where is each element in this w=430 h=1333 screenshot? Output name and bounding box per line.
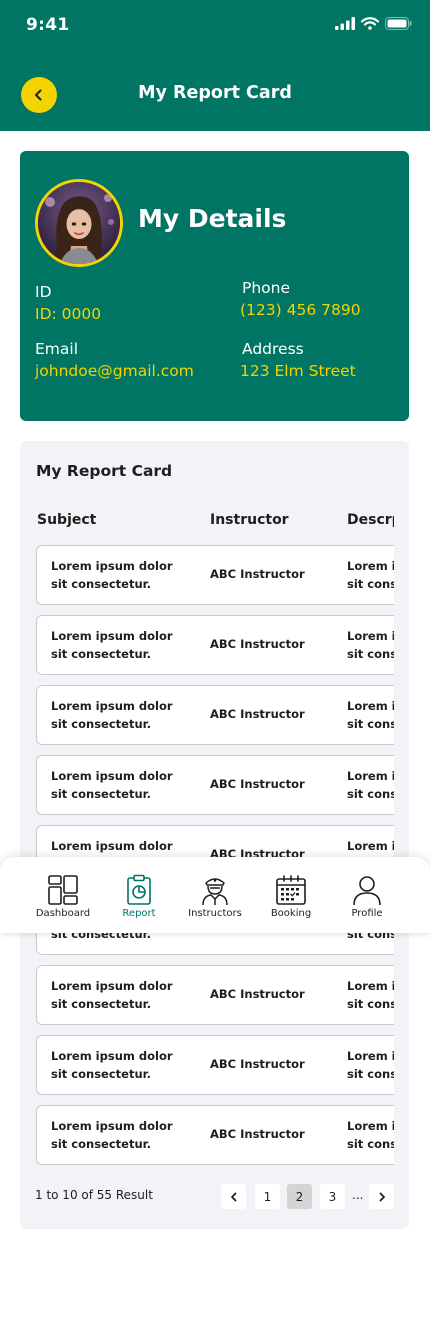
pagination-ellipsis: ... [352,1188,364,1202]
signal-icon [335,17,355,30]
nav-booking-label: Booking [270,908,312,919]
details-card: My Details ID ID: 0000 Phone (123) 456 7… [20,151,409,421]
row-description: Lorem ipsum dolor sit consectetur. [347,1119,394,1151]
table-row[interactable]: Lorem ipsum dolor sit consectetur. ABC In… [36,545,394,605]
profile-person-icon [353,876,381,906]
nav-booking[interactable]: Booking [253,874,329,919]
report-table-body[interactable]: Lorem ipsum dolor sit consectetur. ABC In… [36,545,394,1165]
nav-instructors-label: Instructors [188,908,242,919]
prev-page-button[interactable] [221,1184,246,1209]
row-description: Lorem ipsum dolor sit consectetur. [347,559,394,591]
table-row[interactable]: Lorem ipsum dolor sit consectetur. ABC In… [36,1035,394,1095]
id-label: ID [35,283,52,301]
report-clipboard-icon [127,874,151,905]
email-label: Email [35,340,79,358]
row-instructor: ABC Instructor [210,987,305,1001]
page-2-button[interactable]: 2 [287,1184,312,1209]
instructor-icon [202,878,228,906]
column-header-description-clip: Descrption [347,506,394,536]
page-3-button[interactable]: 3 [320,1184,345,1209]
row-subject: Lorem ipsum dolor sit consectetur. [51,1119,173,1151]
id-value: ID: 0000 [35,305,102,323]
row-instructor: ABC Instructor [210,567,305,581]
row-subject: Lorem ipsum dolor sit consectetur. [51,629,173,661]
phone-value: (123) 456 7890 [240,301,361,319]
row-subject: Lorem ipsum dolor sit consectetur. [51,699,173,731]
table-row[interactable]: Lorem ipsum dolor sit consectetur. ABC In… [36,685,394,745]
row-description: Lorem ipsum dolor sit consectetur. [347,769,394,801]
details-title: My Details [138,204,287,233]
dashboard-grid-icon [48,875,78,905]
nav-instructors[interactable]: Instructors [177,874,253,919]
nav-report[interactable]: Report [101,874,177,919]
row-instructor: ABC Instructor [210,637,305,651]
column-header-subject: Subject [37,512,97,528]
next-page-button[interactable] [369,1184,394,1209]
nav-profile-label: Profile [351,908,383,919]
row-instructor: ABC Instructor [210,1127,305,1141]
phone-label: Phone [242,279,291,297]
battery-icon [385,17,412,30]
table-row[interactable]: Lorem ipsum dolor sit consectetur. ABC In… [36,1105,394,1165]
report-title: My Report Card [36,462,173,480]
nav-dashboard[interactable]: Dashboard [25,874,101,919]
column-header-description: Descrption [347,512,394,528]
page-1-button[interactable]: 1 [255,1184,280,1209]
column-header-instructor: Instructor [210,512,289,528]
row-instructor: ABC Instructor [210,1057,305,1071]
row-subject: Lorem ipsum dolor sit consectetur. [51,1049,173,1081]
row-instructor: ABC Instructor [210,707,305,721]
row-description: Lorem ipsum dolor sit consectetur. [347,699,394,731]
chevron-left-icon [230,1192,236,1201]
table-row[interactable]: Lorem ipsum dolor sit consectetur. ABC In… [36,965,394,1025]
chevron-right-icon [379,1192,385,1201]
wifi-icon [361,17,379,30]
address-value: 123 Elm Street [240,362,356,380]
page-title: My Report Card [138,83,292,103]
row-subject: Lorem ipsum dolor sit consectetur. [51,979,173,1011]
row-subject: Lorem ipsum dolor sit consectetur. [51,769,173,801]
report-card: My Report Card Subject Instructor Descrp… [20,441,409,1229]
row-subject: Lorem ipsum dolor sit consectetur. [51,559,173,591]
app-header: 9:41 My Report Card [0,0,430,131]
row-description: Lorem ipsum dolor sit consectetur. [347,979,394,1011]
table-row[interactable]: Lorem ipsum dolor sit consectetur. ABC In… [36,615,394,675]
row-instructor: ABC Instructor [210,777,305,791]
pagination-summary: 1 to 10 of 55 Result [35,1188,153,1202]
calendar-icon [276,875,306,905]
bottom-nav: Dashboard Report Instructors Booking Pro… [0,857,430,933]
row-description: Lorem ipsum dolor sit consectetur. [347,1049,394,1081]
nav-report-label: Report [122,908,156,919]
email-value: johndoe@gmail.com [35,362,194,380]
status-bar: 9:41 [0,0,430,50]
status-icons [335,17,412,30]
nav-dashboard-label: Dashboard [35,908,91,919]
avatar [35,179,123,267]
table-row[interactable]: Lorem ipsum dolor sit consectetur. ABC In… [36,755,394,815]
status-time: 9:41 [26,15,70,35]
row-description: Lorem ipsum dolor sit consectetur. [347,629,394,661]
address-label: Address [242,340,304,358]
nav-profile[interactable]: Profile [329,874,405,919]
